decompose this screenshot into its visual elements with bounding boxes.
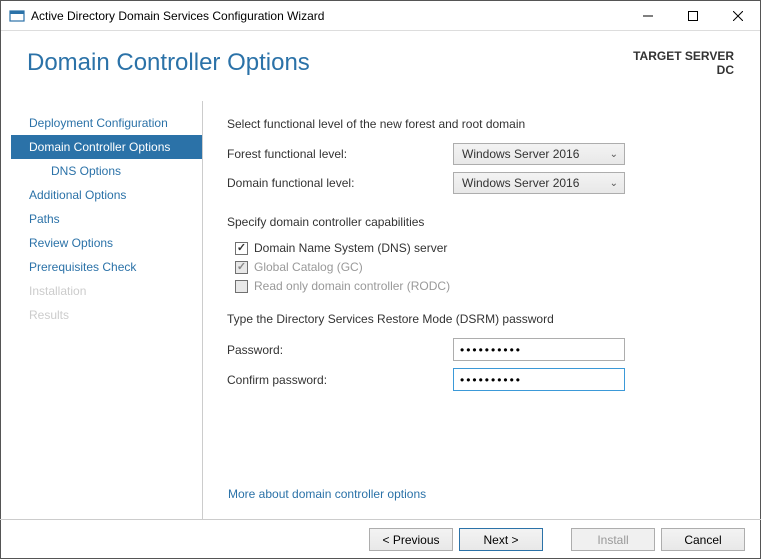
dns-checkbox-label: Domain Name System (DNS) server bbox=[254, 241, 447, 255]
forest-level-value: Windows Server 2016 bbox=[462, 147, 579, 161]
domain-level-value: Windows Server 2016 bbox=[462, 176, 579, 190]
install-button: Install bbox=[571, 528, 655, 551]
header: Domain Controller Options TARGET SERVER … bbox=[1, 31, 760, 101]
domain-level-dropdown[interactable]: Windows Server 2016 ⌄ bbox=[453, 172, 625, 194]
cancel-button[interactable]: Cancel bbox=[661, 528, 745, 551]
sidebar-item-results: Results bbox=[11, 303, 202, 327]
gc-checkbox-row: Global Catalog (GC) bbox=[227, 260, 740, 274]
close-button[interactable] bbox=[715, 1, 760, 30]
confirm-password-input[interactable] bbox=[453, 368, 625, 391]
gc-checkbox-label: Global Catalog (GC) bbox=[254, 260, 363, 274]
password-input[interactable] bbox=[453, 338, 625, 361]
dsrm-heading: Type the Directory Services Restore Mode… bbox=[227, 312, 740, 326]
sidebar-item-review-options[interactable]: Review Options bbox=[11, 231, 202, 255]
chevron-down-icon: ⌄ bbox=[610, 149, 618, 160]
sidebar-item-dns-options[interactable]: DNS Options bbox=[11, 159, 202, 183]
body: Deployment Configuration Domain Controll… bbox=[1, 101, 760, 519]
previous-button[interactable]: < Previous bbox=[369, 528, 453, 551]
domain-level-label: Domain functional level: bbox=[227, 176, 453, 190]
capabilities-heading: Specify domain controller capabilities bbox=[227, 215, 740, 229]
chevron-down-icon: ⌄ bbox=[610, 178, 618, 189]
gc-checkbox bbox=[235, 261, 248, 274]
password-label: Password: bbox=[227, 343, 453, 357]
rodc-checkbox-label: Read only domain controller (RODC) bbox=[254, 279, 450, 293]
titlebar: Active Directory Domain Services Configu… bbox=[1, 1, 760, 31]
page-title: Domain Controller Options bbox=[27, 49, 310, 77]
more-about-link[interactable]: More about domain controller options bbox=[228, 487, 426, 501]
rodc-checkbox bbox=[235, 280, 248, 293]
forest-level-label: Forest functional level: bbox=[227, 147, 453, 161]
target-server-info: TARGET SERVER DC bbox=[633, 49, 734, 77]
confirm-password-row: Confirm password: bbox=[227, 368, 740, 391]
target-server-label: TARGET SERVER bbox=[633, 49, 734, 63]
forest-level-dropdown[interactable]: Windows Server 2016 ⌄ bbox=[453, 143, 625, 165]
functional-level-heading: Select functional level of the new fores… bbox=[227, 117, 740, 131]
sidebar-item-additional-options[interactable]: Additional Options bbox=[11, 183, 202, 207]
target-server-value: DC bbox=[633, 63, 734, 77]
sidebar-item-installation: Installation bbox=[11, 279, 202, 303]
dns-checkbox-row: Domain Name System (DNS) server bbox=[227, 241, 740, 255]
sidebar-item-prerequisites-check[interactable]: Prerequisites Check bbox=[11, 255, 202, 279]
sidebar-item-domain-controller-options[interactable]: Domain Controller Options bbox=[11, 135, 202, 159]
app-icon bbox=[9, 8, 25, 24]
rodc-checkbox-row: Read only domain controller (RODC) bbox=[227, 279, 740, 293]
window-controls bbox=[625, 1, 760, 30]
sidebar-item-deployment-configuration[interactable]: Deployment Configuration bbox=[11, 111, 202, 135]
window-title: Active Directory Domain Services Configu… bbox=[31, 9, 625, 23]
forest-level-row: Forest functional level: Windows Server … bbox=[227, 143, 740, 165]
content-area: Select functional level of the new fores… bbox=[203, 101, 760, 519]
next-button[interactable]: Next > bbox=[459, 528, 543, 551]
confirm-password-label: Confirm password: bbox=[227, 373, 453, 387]
domain-level-row: Domain functional level: Windows Server … bbox=[227, 172, 740, 194]
minimize-button[interactable] bbox=[625, 1, 670, 30]
sidebar-item-paths[interactable]: Paths bbox=[11, 207, 202, 231]
password-row: Password: bbox=[227, 338, 740, 361]
maximize-button[interactable] bbox=[670, 1, 715, 30]
sidebar: Deployment Configuration Domain Controll… bbox=[11, 101, 203, 519]
dns-checkbox[interactable] bbox=[235, 242, 248, 255]
footer: < Previous Next > Install Cancel bbox=[0, 519, 761, 559]
